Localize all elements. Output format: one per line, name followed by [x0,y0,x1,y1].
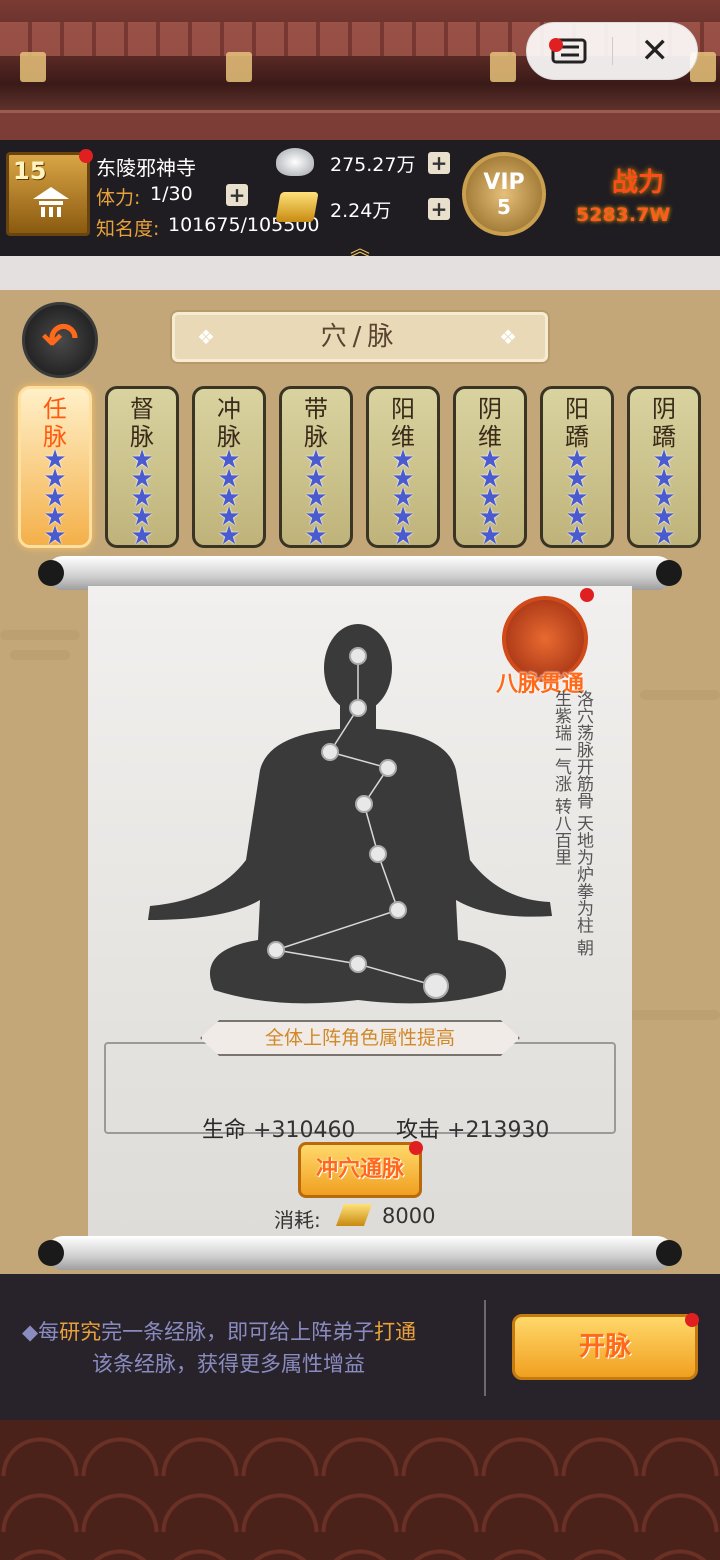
star-rating: ★ ★ ★ ★ ★ [565,445,589,551]
divider-strip [0,256,720,290]
tab-label: 带脉 [304,395,328,451]
badge-notification-dot [580,588,594,602]
tip-line-2: 该条经脉，获得更多属性增益 [92,1352,365,1376]
meridian-tabs: 任脉 ★ ★ ★ ★ ★ 督脉 ★ ★ ★ ★ ★ 冲脉 ★ ★ ★ ★ ★ 带脉 ★ ★ ★ ★ ★ 阳维 ★ ★ ★ ★ ★ … [18,386,704,552]
tip-line-1: ◆每研究完一条经脉，即可给上阵弟子打通 [22,1316,416,1346]
tab-label: 阴维 [478,395,502,451]
open-meridian-button[interactable]: 开脉 [512,1313,699,1380]
star-rating: ★ ★ ★ ★ ★ [478,445,502,551]
gold-ingot-icon [275,192,319,222]
star-rating: ★ ★ ★ ★ ★ [304,445,328,551]
cost-value: 8000 [382,1204,436,1228]
break-acupoint-label: 冲穴通脉 [315,1157,404,1182]
star-rating: ★ ★ ★ ★ ★ [130,445,154,551]
back-button[interactable]: ↶ [22,302,98,378]
stat-hp: 生命 +310460 [202,1112,355,1144]
buff-title: 全体上阵角色属性提高 [200,1020,520,1056]
cloud-decoration [630,1010,720,1020]
page-title: 穴/脉 [320,322,400,352]
tip-bar: ◆每研究完一条经脉，即可给上阵弟子打通 该条经脉，获得更多属性增益 开脉 [0,1274,720,1420]
stat-hp-value: +310460 [253,1118,356,1143]
tab-label: 冲脉 [217,395,241,451]
cost-label: 消耗: [274,1208,321,1232]
eight-meridians-badge[interactable]: 八脉贯通 [496,588,600,697]
gold-amount: 2.24万 [330,200,392,222]
silver-ingot-icon [276,148,314,176]
stat-atk-value: +213930 [447,1118,550,1143]
tab-label: 阳维 [391,395,415,451]
page-title-banner: ❖ 穴/脉 ❖ [172,312,548,362]
tab-daimai[interactable]: 带脉 ★ ★ ★ ★ ★ [279,386,353,551]
stamina-value: 1/30 [150,183,193,205]
power-value: 5283.7W [576,204,671,226]
stat-hp-label: 生命 [202,1118,247,1143]
back-arrow-icon: ↶ [41,314,79,365]
scroll-top-rod [38,556,682,590]
tab-yinwei[interactable]: 阴维 ★ ★ ★ ★ ★ [453,386,527,551]
scroll-bottom-rod [38,1236,682,1270]
cloud-decoration [0,630,80,640]
tab-label: 阴蹻 [652,395,676,451]
star-rating: ★ ★ ★ ★ ★ [391,445,415,551]
break-acupoint-button[interactable]: 冲穴通脉 [298,1141,423,1198]
avatar[interactable]: 15 [6,149,93,236]
fame-label: 知名度: [96,218,160,240]
vertical-divider [484,1300,486,1396]
tip-highlight: 打通 [374,1320,417,1344]
diamond-ornament-icon: ❖ [499,325,523,349]
diamond-ornament-icon: ❖ [197,325,221,349]
roof-beam [0,110,720,140]
stat-atk-label: 攻击 [396,1118,441,1143]
avatar-notification-dot [79,149,93,163]
player-info-bar: 15 东陵邪神寺 体力: 1/30 + 知名度: 101675/105500 2… [0,140,720,260]
vip-badge[interactable]: VIP 5 [462,152,546,236]
tab-yinqiao[interactable]: 阴蹻 ★ ★ ★ ★ ★ [627,386,701,551]
floor-pattern [0,1420,720,1560]
power-label: 战力 [612,168,665,198]
add-stamina-button[interactable]: + [226,184,248,206]
add-gold-button[interactable]: + [428,198,450,220]
tab-label: 督脉 [130,395,154,451]
open-notification-dot [685,1313,699,1327]
star-rating: ★ ★ ★ ★ ★ [652,445,676,551]
meridian-panel: ↶ ❖ 穴/脉 ❖ 任脉 ★ ★ ★ ★ ★ 督脉 ★ ★ ★ ★ ★ 冲脉 ★ ★ ★ ★ ★ 带脉 ★ ★ ★ ★… [0,290,720,1274]
tab-dumai[interactable]: 督脉 ★ ★ ★ ★ ★ [105,386,179,551]
player-name: 东陵邪神寺 [96,156,196,180]
stamina-label: 体力: [96,187,141,209]
stat-atk: 攻击 +213930 [396,1112,549,1144]
calligraphy-poem: 洛穴荡脉开筋骨 天地为炉拳为柱 朝生紫瑞一气涨 转八百里 [551,690,593,956]
action-notification-dot [409,1141,423,1155]
menu-button[interactable] [527,22,612,80]
tab-chongmai[interactable]: 冲脉 ★ ★ ★ ★ ★ [192,386,266,551]
player-level: 15 [13,157,47,185]
tab-yangqiao[interactable]: 阳蹻 ★ ★ ★ ★ ★ [540,386,614,551]
cloud-decoration [640,690,720,700]
open-meridian-label: 开脉 [578,1332,631,1362]
close-button[interactable]: ✕ [613,22,698,80]
tip-text: 完一条经脉，即可给上阵弟子 [101,1320,375,1344]
tab-renmai[interactable]: 任脉 ★ ★ ★ ★ ★ [18,386,92,551]
cloud-decoration [10,650,70,660]
star-rating: ★ ★ ★ ★ ★ [217,445,241,551]
notification-dot [549,38,563,52]
add-silver-button[interactable]: + [428,152,450,174]
tab-yangwei[interactable]: 阳维 ★ ★ ★ ★ ★ [366,386,440,551]
tab-label: 任脉 [43,395,67,451]
vip-level: 5 [497,195,511,219]
mini-program-capsule: ✕ [526,22,698,80]
temple-icon [33,187,69,217]
tab-label: 阳蹻 [565,395,589,451]
tip-prefix: ◆每 [22,1320,60,1344]
silver-amount: 275.27万 [330,154,416,176]
vip-label: VIP [483,170,525,195]
tip-highlight: 研究 [59,1320,102,1344]
star-rating: ★ ★ ★ ★ ★ [43,445,67,551]
